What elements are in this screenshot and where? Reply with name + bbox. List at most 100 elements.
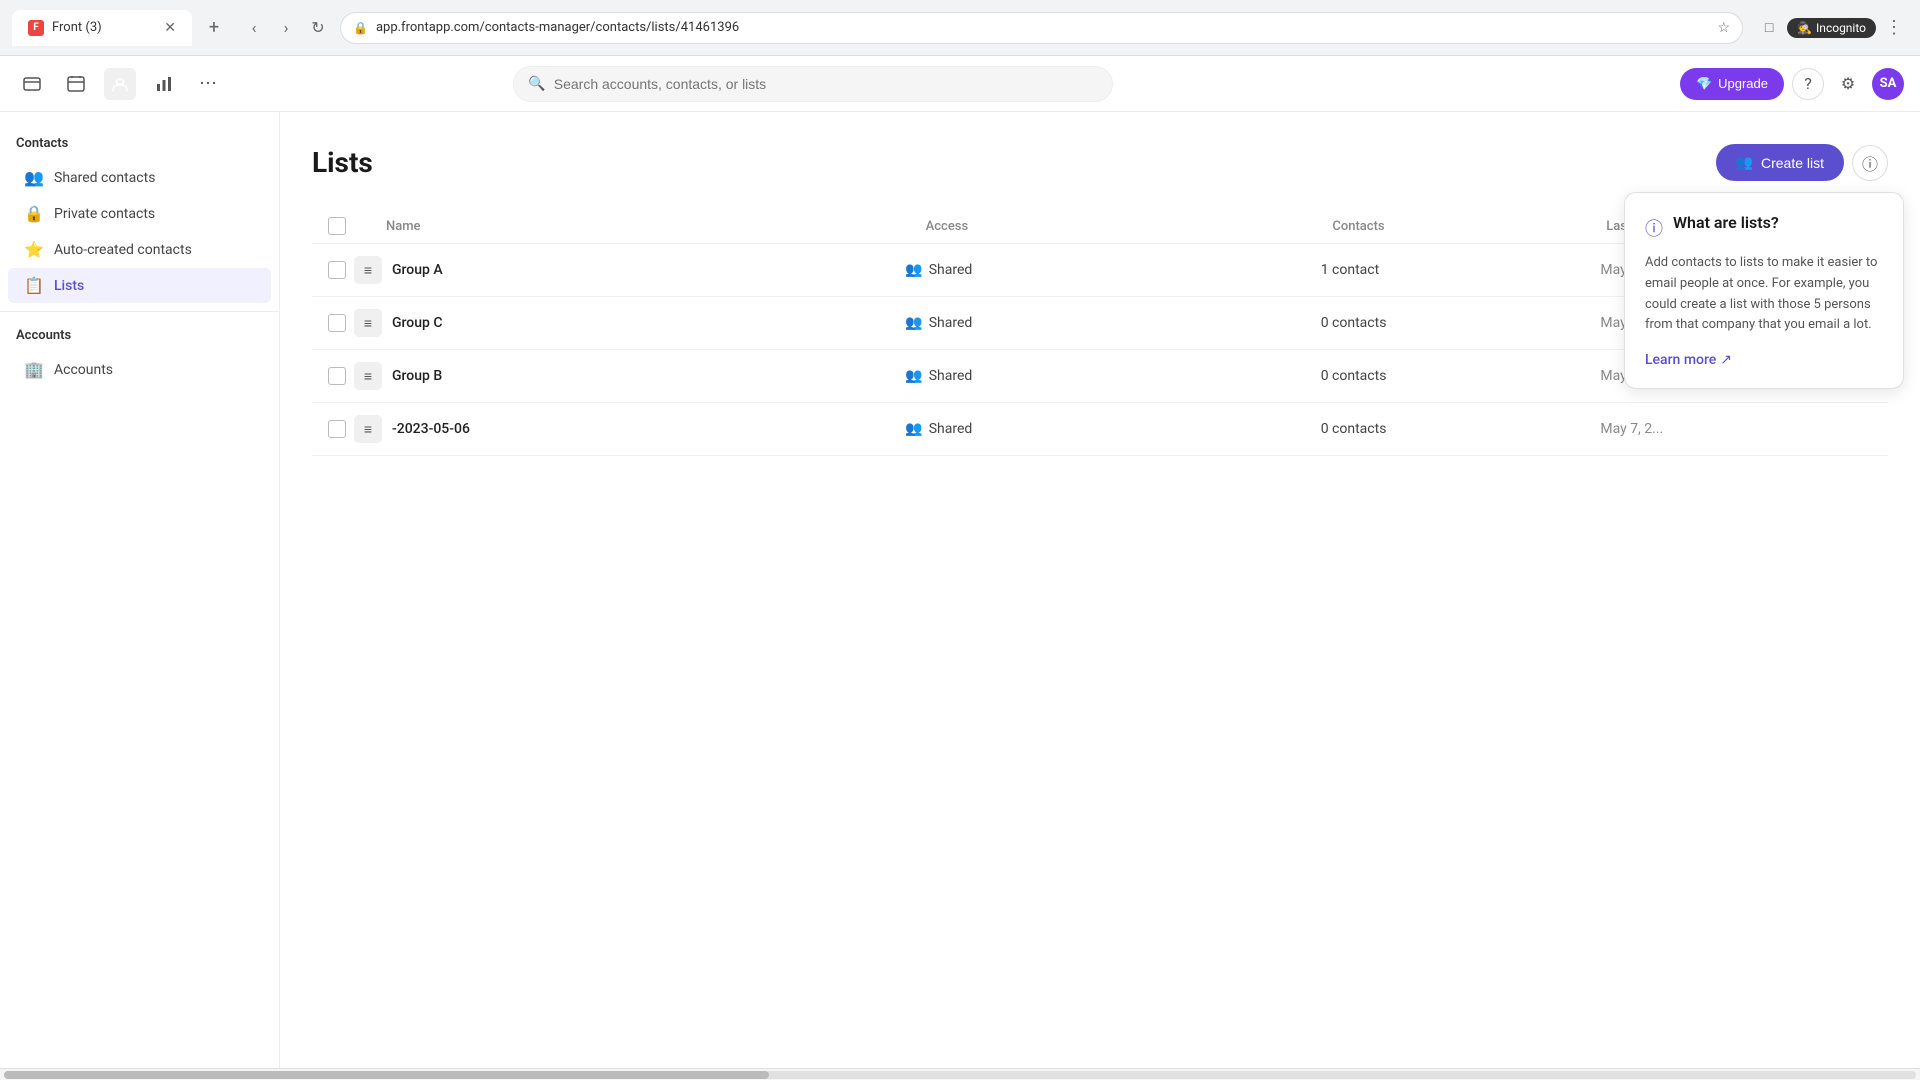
tab-favicon: F: [28, 20, 44, 36]
row-name: Group C: [392, 315, 443, 331]
row-access: Shared: [929, 315, 973, 331]
shared-access-icon: 👥: [905, 315, 922, 331]
tab-close-button[interactable]: ✕: [164, 20, 176, 36]
contacts-section-title: Contacts: [0, 128, 279, 159]
external-link-icon: ↗: [1720, 352, 1732, 368]
row-name-cell: ≡ Group B: [354, 362, 897, 390]
contacts-icon[interactable]: [104, 68, 136, 100]
upgrade-button[interactable]: 💎 Upgrade: [1680, 68, 1784, 100]
sidebar-item-accounts[interactable]: 🏢 Accounts: [8, 352, 271, 387]
list-row-icon: ≡: [354, 362, 382, 390]
sidebar-item-lists[interactable]: 📋 Lists: [8, 268, 271, 303]
column-header-contacts: Contacts: [1332, 219, 1598, 234]
info-panel-header: ⓘ What are lists?: [1645, 213, 1883, 241]
row-access-cell: 👥 Shared: [905, 368, 1312, 384]
inbox-icon[interactable]: [16, 68, 48, 100]
sidebar-item-private-contacts[interactable]: 🔒 Private contacts: [8, 196, 271, 231]
column-header-access: Access: [926, 219, 1325, 234]
row-access-cell: 👥 Shared: [905, 421, 1312, 437]
bookmark-icon[interactable]: ☆: [1718, 20, 1731, 36]
info-button[interactable]: ⓘ: [1852, 145, 1888, 181]
list-row-icon: ≡: [354, 256, 382, 284]
sidebar-item-label-shared-contacts: Shared contacts: [54, 170, 155, 186]
horizontal-scrollbar[interactable]: [0, 1068, 1920, 1080]
row-lastused-cell: May 7, 2...: [1600, 421, 1872, 437]
incognito-icon: 🕵: [1797, 21, 1812, 35]
search-bar[interactable]: 🔍: [513, 66, 1113, 102]
forward-button[interactable]: ›: [272, 14, 300, 42]
select-all-checkbox[interactable]: [328, 217, 346, 235]
toolbar-right: 💎 Upgrade ? ⚙ SA: [1680, 68, 1904, 100]
sidebar-item-shared-contacts[interactable]: 👥 Shared contacts: [8, 160, 271, 195]
row-checkbox[interactable]: [328, 367, 346, 385]
more-apps-icon[interactable]: ⋯: [192, 68, 224, 100]
diamond-icon: 💎: [1696, 76, 1712, 92]
row-contacts-cell: 0 contacts: [1321, 421, 1593, 437]
settings-button[interactable]: ⚙: [1832, 68, 1864, 100]
add-icon: 👥: [1736, 154, 1753, 171]
main-content: Contacts 👥 Shared contacts 🔒 Private con…: [0, 112, 1920, 1068]
info-panel: ⓘ What are lists? Add contacts to lists …: [1624, 192, 1904, 389]
browser-action-buttons: □ 🕵 Incognito ⋮: [1755, 14, 1908, 42]
private-contacts-icon: 🔒: [24, 204, 44, 223]
sidebar-item-auto-contacts[interactable]: ⭐ Auto-created contacts: [8, 232, 271, 267]
info-panel-icon: ⓘ: [1645, 215, 1663, 241]
back-button[interactable]: ‹: [240, 14, 268, 42]
new-tab-button[interactable]: +: [200, 14, 228, 42]
address-text: app.frontapp.com/contacts-manager/contac…: [376, 20, 1710, 35]
list-row-icon: ≡: [354, 309, 382, 337]
address-bar[interactable]: 🔒 app.frontapp.com/contacts-manager/cont…: [340, 12, 1743, 44]
row-name-cell: ≡ Group C: [354, 309, 897, 337]
info-panel-title: What are lists?: [1673, 213, 1779, 232]
column-header-name: Name: [354, 219, 918, 234]
sidebar-item-label-private-contacts: Private contacts: [54, 206, 155, 222]
learn-more-label: Learn more: [1645, 352, 1716, 368]
analytics-icon[interactable]: [148, 68, 180, 100]
row-checkbox[interactable]: [328, 314, 346, 332]
reload-button[interactable]: ↻: [304, 14, 332, 42]
accounts-section-title: Accounts: [0, 320, 279, 351]
app: ⋯ 🔍 💎 Upgrade ? ⚙ SA Contacts 👥 Shared c…: [0, 56, 1920, 1080]
calendar-icon[interactable]: [60, 68, 92, 100]
row-checkbox[interactable]: [328, 261, 346, 279]
info-panel-body: Add contacts to lists to make it easier …: [1645, 253, 1883, 336]
search-icon: 🔍: [528, 76, 545, 92]
learn-more-link[interactable]: Learn more ↗: [1645, 352, 1883, 368]
browser-menu-button[interactable]: ⋮: [1880, 14, 1908, 42]
row-contacts-cell: 0 contacts: [1321, 315, 1593, 331]
sidebar: Contacts 👥 Shared contacts 🔒 Private con…: [0, 112, 280, 1068]
tab-title: Front (3): [52, 20, 156, 35]
page-content: Lists 👥 Create list ⓘ Name Access Contac…: [280, 112, 1920, 1068]
row-name: Group B: [392, 368, 442, 384]
scroll-thumb[interactable]: [4, 1071, 769, 1079]
row-name-cell: ≡ -2023-05-06: [354, 415, 897, 443]
sidebar-item-label-lists: Lists: [54, 278, 84, 294]
row-access-cell: 👥 Shared: [905, 315, 1312, 331]
avatar[interactable]: SA: [1872, 68, 1904, 100]
page-title: Lists: [312, 146, 373, 179]
shared-access-icon: 👥: [905, 368, 922, 384]
search-input[interactable]: [554, 76, 1099, 92]
sidebar-item-label-auto-contacts: Auto-created contacts: [54, 242, 192, 258]
table-row[interactable]: ≡ -2023-05-06 👥 Shared 0 contacts May 7,…: [312, 403, 1888, 456]
browser-tab[interactable]: F Front (3) ✕: [12, 10, 192, 46]
cast-button[interactable]: □: [1755, 14, 1783, 42]
row-name: Group A: [392, 262, 443, 278]
app-toolbar: ⋯ 🔍 💎 Upgrade ? ⚙ SA: [0, 56, 1920, 112]
row-contacts-cell: 0 contacts: [1321, 368, 1593, 384]
row-checkbox[interactable]: [328, 420, 346, 438]
scroll-track: [4, 1071, 1916, 1079]
page-header: Lists 👥 Create list ⓘ: [312, 144, 1888, 181]
shared-contacts-icon: 👥: [24, 168, 44, 187]
row-access: Shared: [929, 262, 973, 278]
create-list-label: Create list: [1761, 155, 1824, 171]
row-contacts-cell: 1 contact: [1321, 262, 1593, 278]
sidebar-item-label-accounts: Accounts: [54, 362, 113, 378]
help-button[interactable]: ?: [1792, 68, 1824, 100]
incognito-label: Incognito: [1816, 21, 1866, 35]
browser-chrome: F Front (3) ✕ + ‹ › ↻ 🔒 app.frontapp.com…: [0, 0, 1920, 56]
list-row-icon: ≡: [354, 415, 382, 443]
create-list-button[interactable]: 👥 Create list: [1716, 144, 1844, 181]
header-actions: 👥 Create list ⓘ: [1716, 144, 1888, 181]
lock-icon: 🔒: [353, 21, 368, 35]
